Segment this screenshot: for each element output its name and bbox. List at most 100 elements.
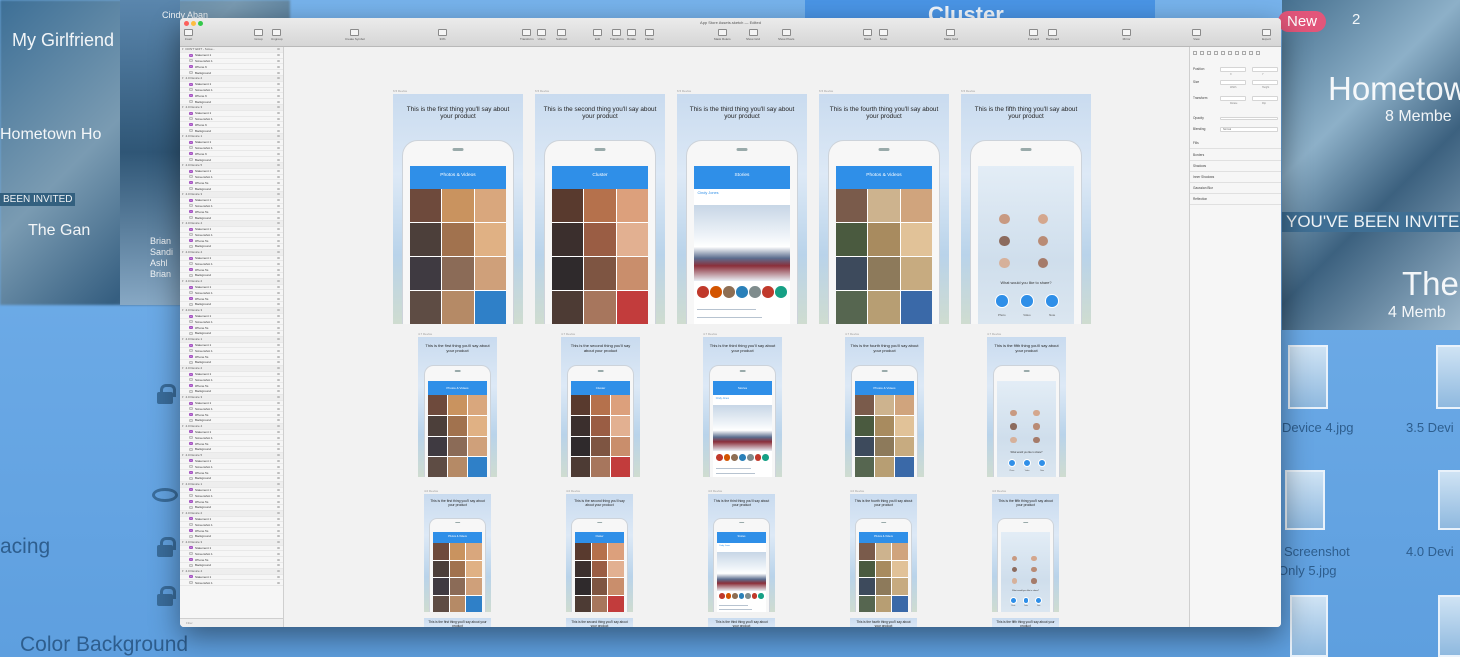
artboard[interactable]: This is the fifth thing you'll say about… — [992, 618, 1059, 627]
disclosure-triangle-icon[interactable]: ▾ — [182, 105, 184, 109]
visibility-icon[interactable] — [277, 535, 280, 538]
visibility-icon[interactable] — [277, 488, 280, 491]
align-icon[interactable] — [1200, 51, 1204, 55]
visibility-icon[interactable] — [277, 361, 280, 364]
visibility-icon[interactable] — [277, 378, 280, 381]
share-photo-button[interactable] — [995, 294, 1009, 308]
inspector-field[interactable] — [1252, 67, 1278, 72]
toolbar-button-show-pixels[interactable]: Show Pixels — [778, 29, 794, 41]
visibility-icon[interactable] — [277, 564, 280, 567]
visibility-icon[interactable] — [277, 274, 280, 277]
visibility-icon[interactable] — [277, 158, 280, 161]
visibility-icon[interactable] — [277, 141, 280, 144]
visibility-icon[interactable] — [277, 239, 280, 242]
visibility-icon[interactable] — [277, 129, 280, 132]
visibility-icon[interactable] — [277, 419, 280, 422]
disclosure-triangle-icon[interactable]: ▾ — [182, 192, 184, 196]
visibility-icon[interactable] — [277, 291, 280, 294]
visibility-icon[interactable] — [277, 436, 280, 439]
visibility-icon[interactable] — [277, 477, 280, 480]
visibility-icon[interactable] — [277, 222, 280, 225]
visibility-icon[interactable] — [277, 152, 280, 155]
visibility-icon[interactable] — [277, 59, 280, 62]
visibility-icon[interactable] — [277, 146, 280, 149]
disclosure-triangle-icon[interactable]: ▾ — [182, 47, 184, 51]
layer-filter-input[interactable]: Filter — [186, 621, 193, 625]
visibility-icon[interactable] — [277, 216, 280, 219]
visibility-icon[interactable] — [277, 309, 280, 312]
visibility-icon[interactable] — [277, 373, 280, 376]
share-video-button[interactable] — [1020, 294, 1034, 308]
visibility-icon[interactable] — [277, 123, 280, 126]
visibility-icon[interactable] — [277, 54, 280, 57]
visibility-icon[interactable] — [277, 517, 280, 520]
align-icon[interactable] — [1242, 51, 1246, 55]
visibility-icon[interactable] — [277, 575, 280, 578]
visibility-icon[interactable] — [277, 88, 280, 91]
visibility-icon[interactable] — [277, 204, 280, 207]
toolbar-button-view[interactable]: View — [1192, 29, 1201, 41]
disclosure-triangle-icon[interactable]: ▾ — [182, 395, 184, 399]
visibility-icon[interactable] — [277, 320, 280, 323]
artboard[interactable]: 4.0 Device This is the fourth thing you'l… — [850, 489, 917, 612]
visibility-icon[interactable] — [277, 558, 280, 561]
artboard[interactable]: 6.5 Device This is the third thing you'll… — [677, 89, 807, 324]
visibility-icon[interactable] — [277, 425, 280, 428]
inspector-field[interactable] — [1252, 96, 1278, 101]
inspector-field[interactable] — [1220, 96, 1246, 101]
share-photo-button[interactable] — [1007, 458, 1017, 467]
visibility-icon[interactable] — [277, 233, 280, 236]
visibility-icon[interactable] — [277, 315, 280, 318]
blending-select[interactable]: Normal — [1220, 127, 1278, 132]
visibility-icon[interactable] — [277, 303, 280, 306]
artboard[interactable]: 4.0 Device This is the fifth thing you'll… — [992, 489, 1059, 612]
visibility-icon[interactable] — [277, 193, 280, 196]
visibility-icon[interactable] — [277, 187, 280, 190]
visibility-icon[interactable] — [277, 338, 280, 341]
visibility-icon[interactable] — [277, 454, 280, 457]
toolbar-button-ungroup[interactable]: Ungroup — [271, 29, 283, 41]
visibility-icon[interactable] — [277, 355, 280, 358]
toolbar-button-union[interactable]: Union — [537, 29, 546, 41]
toolbar-button-export[interactable]: Export — [1262, 29, 1271, 41]
disclosure-triangle-icon[interactable]: ▾ — [182, 221, 184, 225]
share-video-button[interactable] — [1023, 458, 1032, 467]
artboard[interactable]: 4.7 Device This is the fifth thing you'll… — [987, 332, 1066, 477]
visibility-icon[interactable] — [277, 257, 280, 260]
visibility-icon[interactable] — [277, 407, 280, 410]
visibility-icon[interactable] — [277, 442, 280, 445]
visibility-icon[interactable] — [277, 112, 280, 115]
visibility-icon[interactable] — [277, 77, 280, 80]
align-icon[interactable] — [1193, 51, 1197, 55]
visibility-icon[interactable] — [277, 117, 280, 120]
visibility-icon[interactable] — [277, 384, 280, 387]
disclosure-triangle-icon[interactable]: ▾ — [182, 511, 184, 515]
visibility-icon[interactable] — [277, 48, 280, 51]
artboard[interactable]: This is the fourth thing you'll say abou… — [850, 618, 917, 627]
align-icon[interactable] — [1249, 51, 1253, 55]
artboard[interactable]: 4.0 Device This is the first thing you'll… — [424, 489, 491, 612]
align-icon[interactable] — [1235, 51, 1239, 55]
visibility-icon[interactable] — [277, 175, 280, 178]
artboard[interactable]: 6.5 Device This is the first thing you'll… — [393, 89, 523, 324]
disclosure-triangle-icon[interactable]: ▾ — [182, 482, 184, 486]
visibility-icon[interactable] — [277, 65, 280, 68]
artboard[interactable]: 4.7 Device This is the second thing you'l… — [561, 332, 640, 477]
toolbar-button-create-symbol[interactable]: Create Symbol — [345, 29, 365, 41]
toolbar-button-subtract[interactable]: Subtract — [556, 29, 567, 41]
share-note-button[interactable] — [1035, 596, 1043, 604]
share-video-button[interactable] — [1022, 596, 1030, 604]
visibility-icon[interactable] — [277, 448, 280, 451]
toolbar-button-forward[interactable]: Forward — [1028, 29, 1039, 41]
visibility-icon[interactable] — [277, 181, 280, 184]
visibility-icon[interactable] — [277, 280, 280, 283]
visibility-icon[interactable] — [277, 332, 280, 335]
visibility-icon[interactable] — [277, 100, 280, 103]
visibility-icon[interactable] — [277, 268, 280, 271]
artboard[interactable]: This is the second thing you'll say abou… — [566, 618, 633, 627]
visibility-icon[interactable] — [277, 546, 280, 549]
visibility-icon[interactable] — [277, 251, 280, 254]
visibility-icon[interactable] — [277, 228, 280, 231]
toolbar-button-mask[interactable]: Mask — [863, 29, 872, 41]
canvas[interactable]: 6.5 Device This is the first thing you'll… — [284, 47, 1189, 627]
